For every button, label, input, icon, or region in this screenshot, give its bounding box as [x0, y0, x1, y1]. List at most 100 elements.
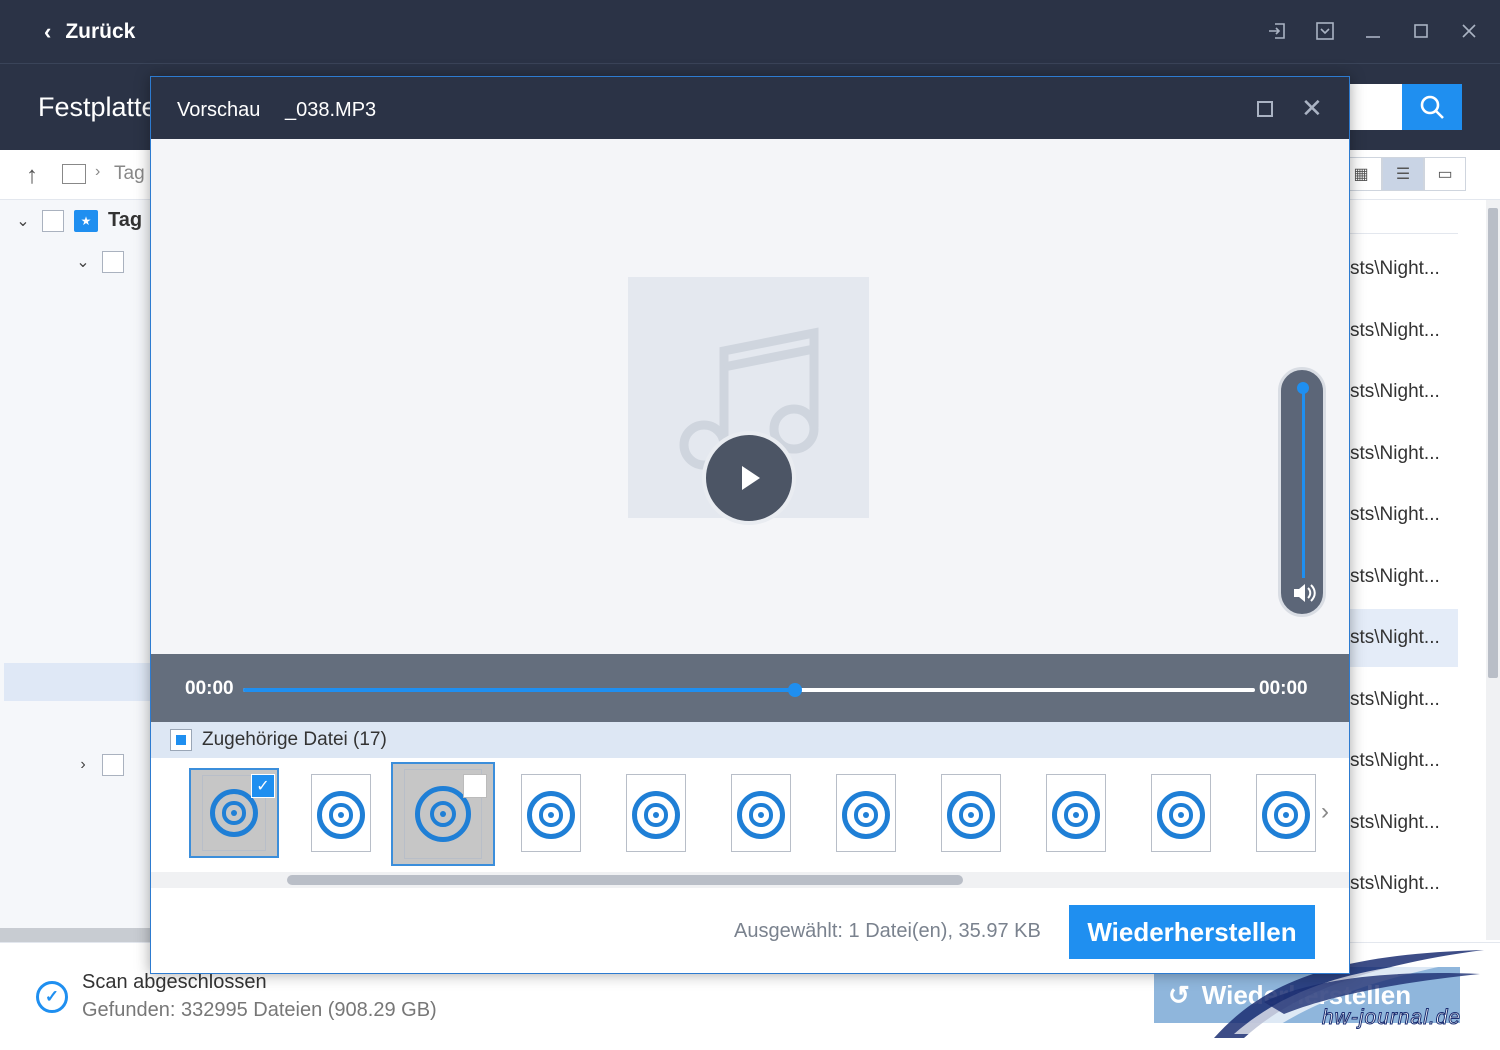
maximize-icon[interactable] — [1408, 18, 1434, 44]
chevron-down-icon[interactable]: ⌄ — [74, 252, 92, 272]
tree-item-child[interactable]: ⌄ — [74, 251, 124, 273]
tree-checkbox[interactable] — [42, 209, 64, 232]
app-titlebar: ‹ Zurück — [0, 0, 1500, 64]
file-list-row[interactable]: sts\Night... — [1350, 855, 1458, 913]
check-circle-icon: ✓ — [36, 981, 68, 1013]
file-path: sts\Night... — [1350, 811, 1440, 833]
file-list-row[interactable]: sts\Night... — [1350, 609, 1458, 667]
back-button[interactable]: ‹ Zurück — [44, 16, 135, 48]
seek-knob[interactable] — [787, 683, 802, 697]
player-bar: 00:00 00:00 — [151, 654, 1349, 722]
chevron-right-icon[interactable]: › — [74, 756, 92, 774]
file-list-row[interactable]: sts\Night... — [1350, 240, 1458, 298]
related-files-label: Zugehörige Datei (17) — [202, 729, 387, 750]
file-list-header — [1350, 200, 1458, 234]
arrow-up-icon[interactable]: ↑ — [26, 162, 38, 190]
strip-scrollbar[interactable] — [151, 872, 1349, 888]
speaker-icon[interactable] — [1291, 580, 1317, 612]
file-path: sts\Night... — [1350, 873, 1440, 894]
scrollbar-thumb[interactable] — [287, 875, 963, 885]
file-path: sts\Night... — [1350, 258, 1440, 279]
login-icon[interactable] — [1264, 18, 1290, 44]
selection-info: Ausgewählt: 1 Datei(en), 35.97 KB — [734, 920, 1041, 942]
tag-icon: ★ — [74, 209, 98, 232]
search-button[interactable] — [1402, 84, 1462, 130]
maximize-icon[interactable] — [1257, 101, 1273, 117]
folder-tree: ⌄ ★ Tag ⌄ › — [0, 200, 152, 940]
related-file-thumbnail[interactable] — [624, 772, 688, 854]
found-count: Gefunden: 332995 Dateien (908.29 GB) — [82, 999, 437, 1021]
tree-item-label: Tag — [108, 209, 143, 231]
file-list-row[interactable]: sts\Night... — [1350, 548, 1458, 606]
tree-item-tag[interactable]: ⌄ ★ Tag — [14, 209, 142, 232]
file-path: sts\Night... — [1350, 565, 1440, 587]
file-list-row[interactable]: sts\Night... — [1350, 732, 1458, 790]
location-icon[interactable] — [62, 164, 86, 184]
file-path: sts\Night... — [1350, 627, 1440, 648]
related-file-thumbnail[interactable] — [834, 772, 898, 854]
related-files-checkbox[interactable] — [170, 729, 192, 751]
volume-slider[interactable] — [1278, 367, 1326, 617]
file-list-row[interactable]: sts\Night... — [1350, 425, 1458, 483]
file-list-row[interactable]: sts\Night... — [1350, 794, 1458, 852]
seek-bar[interactable] — [243, 683, 1255, 697]
search-icon — [1420, 95, 1444, 119]
chevron-left-icon: ‹ — [44, 19, 52, 44]
vertical-scrollbar[interactable] — [1486, 200, 1500, 940]
related-file-thumbnail[interactable]: ✓ — [189, 768, 279, 858]
file-path: sts\Night... — [1350, 688, 1440, 710]
thumbnail-checkbox[interactable] — [463, 774, 487, 798]
tree-selection-highlight — [4, 663, 152, 701]
file-list-row[interactable]: sts\Night... — [1350, 363, 1458, 421]
related-file-thumbnail[interactable] — [1044, 772, 1108, 854]
breadcrumb[interactable]: Tag — [114, 163, 145, 185]
scrollbar-thumb[interactable] — [1488, 208, 1498, 678]
play-icon — [742, 466, 760, 490]
list-view-icon[interactable]: ☰ — [1382, 157, 1424, 191]
related-file-thumbnail[interactable] — [939, 772, 1003, 854]
related-file-thumbnail[interactable] — [1149, 772, 1213, 854]
related-file-thumbnail[interactable] — [391, 762, 495, 866]
file-path: sts\Night... — [1350, 442, 1440, 464]
minimize-icon[interactable] — [1360, 18, 1386, 44]
file-list-row[interactable]: sts\Night... — [1350, 486, 1458, 544]
dialog-footer: Ausgewählt: 1 Datei(en), 35.97 KB Wieder… — [151, 888, 1349, 973]
related-files-strip: ✓ › — [151, 758, 1349, 872]
time-total: 00:00 — [1259, 678, 1308, 699]
dialog-header: Vorschau _038.MP3 ✕ — [151, 77, 1349, 139]
horizontal-scrollbar[interactable] — [0, 928, 152, 942]
volume-track — [1302, 388, 1305, 578]
chevron-right-icon[interactable]: › — [1321, 798, 1329, 826]
history-icon: ↺ — [1168, 979, 1190, 1010]
close-icon[interactable]: ✕ — [1301, 93, 1323, 124]
tree-checkbox[interactable] — [102, 754, 124, 776]
related-file-thumbnail[interactable] — [1254, 772, 1318, 854]
file-path: sts\Night... — [1350, 750, 1440, 771]
file-list-row[interactable]: sts\Night... — [1350, 671, 1458, 729]
watermark-text: hw-journal.de — [1321, 1006, 1462, 1030]
close-icon[interactable] — [1456, 18, 1482, 44]
tree-checkbox[interactable] — [102, 251, 124, 273]
file-list-row[interactable]: sts\Night... — [1350, 302, 1458, 360]
related-file-thumbnail[interactable] — [309, 772, 373, 854]
related-file-thumbnail[interactable] — [729, 772, 793, 854]
seek-progress — [243, 688, 795, 692]
chevron-right-icon: › — [95, 163, 101, 180]
volume-knob[interactable] — [1297, 382, 1309, 394]
time-elapsed: 00:00 — [185, 678, 234, 699]
file-path: sts\Night... — [1350, 504, 1440, 525]
dialog-filename: _038.MP3 — [285, 99, 377, 121]
page-title: Festplatte — [38, 92, 157, 122]
detail-view-icon[interactable]: ▭ — [1424, 157, 1466, 191]
related-file-thumbnail[interactable] — [519, 772, 583, 854]
check-icon[interactable]: ✓ — [251, 774, 275, 798]
tree-item-collapsed[interactable]: › — [74, 754, 124, 776]
preview-area — [151, 139, 1349, 654]
back-label: Zurück — [65, 20, 136, 43]
menu-dropdown-icon[interactable] — [1312, 18, 1338, 44]
chevron-down-icon[interactable]: ⌄ — [14, 211, 32, 231]
play-button[interactable] — [702, 431, 796, 525]
preview-dialog: Vorschau _038.MP3 ✕ 00:00 00:00 Zugehöri… — [150, 76, 1350, 974]
restore-button[interactable]: Wiederherstellen — [1069, 905, 1315, 959]
window-controls — [1264, 18, 1482, 44]
